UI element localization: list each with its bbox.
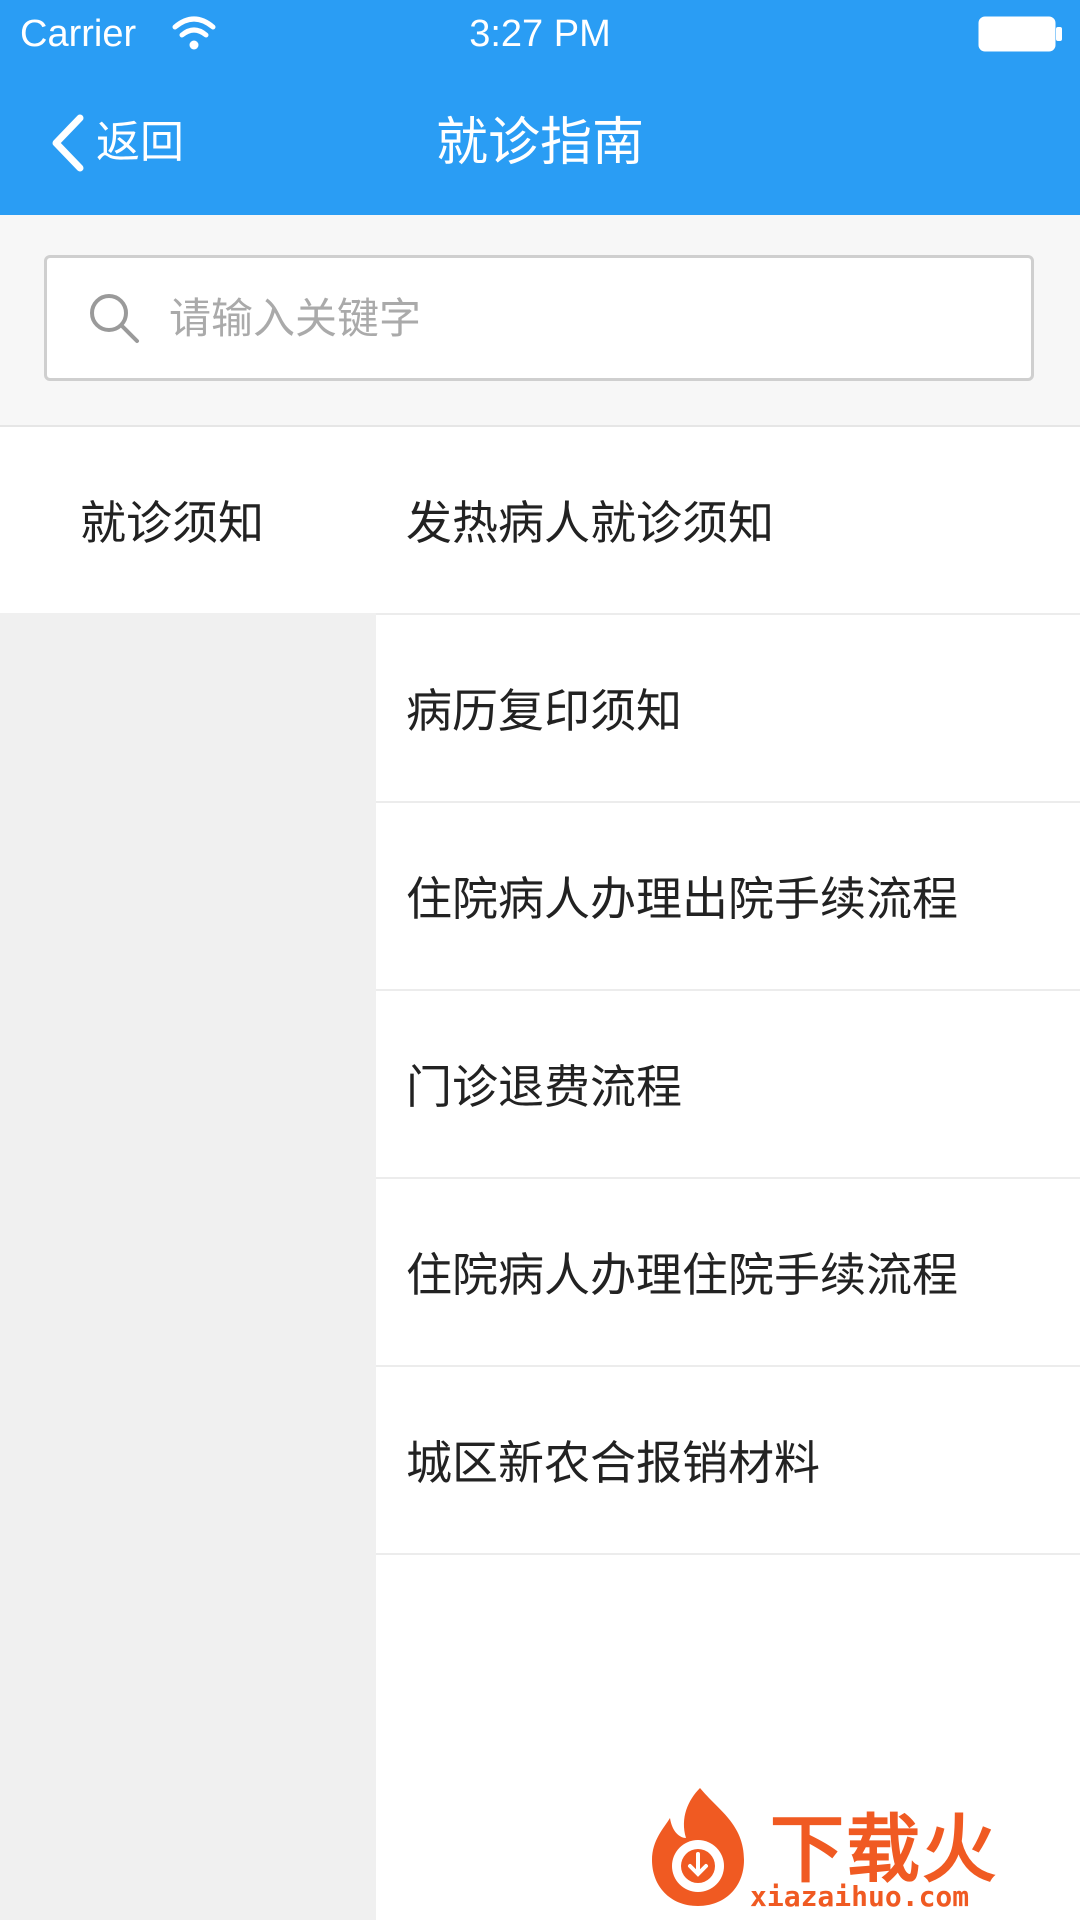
top-bar: Carrier 3:27 PM 返回 就诊指南 (0, 0, 1080, 215)
list-item[interactable]: 门诊退费流程 (376, 991, 1080, 1179)
battery-icon (978, 16, 1062, 52)
list-item-label: 住院病人办理出院手续流程 (406, 872, 958, 926)
search-icon (90, 294, 139, 343)
article-list: 发热病人就诊须知 病历复印须知 住院病人办理出院手续流程 门诊退费流程 住院病人… (376, 427, 1080, 1920)
list-item-label: 发热病人就诊须知 (406, 496, 774, 550)
list-item[interactable]: 病历复印须知 (376, 615, 1080, 803)
list-item[interactable]: 发热病人就诊须知 (376, 427, 1080, 615)
list-item-label: 住院病人办理住院手续流程 (406, 1248, 958, 1302)
search-input[interactable] (167, 292, 991, 344)
list-item-label: 病历复印须知 (406, 684, 682, 738)
category-item-notice[interactable]: 就诊须知 (0, 427, 376, 613)
list-item[interactable]: 城区新农合报销材料 (376, 1367, 1080, 1555)
list-item[interactable]: 住院病人办理住院手续流程 (376, 1179, 1080, 1367)
category-sidebar: 就诊须知 (0, 427, 376, 1920)
list-item-label: 门诊退费流程 (406, 1060, 682, 1114)
search-area (0, 215, 1080, 427)
status-time: 3:27 PM (469, 13, 611, 55)
watermark-url: xiazaihuo.com (750, 1880, 970, 1913)
flame-logo-icon (652, 1788, 744, 1906)
category-label: 就诊须知 (80, 496, 264, 550)
list-item[interactable]: 住院病人办理出院手续流程 (376, 803, 1080, 991)
list-item-label: 城区新农合报销材料 (406, 1436, 820, 1490)
search-box[interactable] (44, 255, 1034, 381)
page-title: 就诊指南 (435, 113, 644, 173)
watermark-logo: 下载火 xiazaihuo.com (640, 1780, 1080, 1920)
